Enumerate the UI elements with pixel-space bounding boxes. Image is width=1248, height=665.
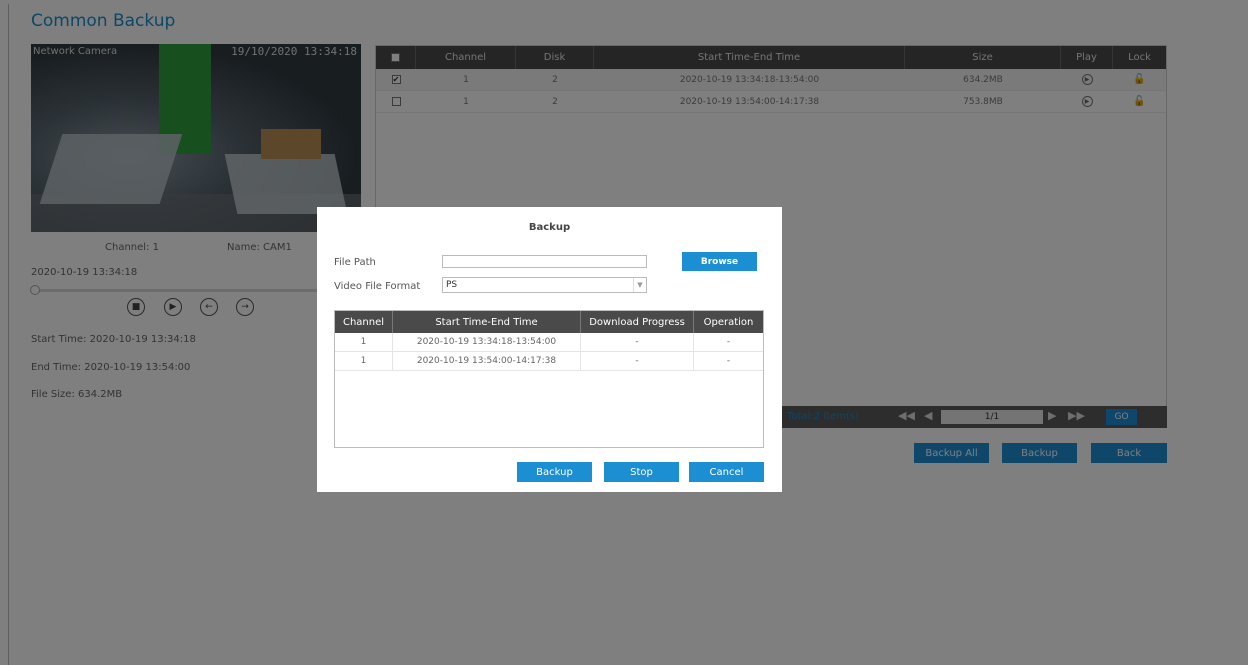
file-path-input[interactable] (442, 255, 647, 268)
file-path-label: File Path (334, 257, 376, 268)
table-row: 1 2020-10-19 13:34:18-13:54:00 - - (335, 333, 763, 352)
column-header-progress: Download Progress (581, 311, 694, 333)
cell-channel: 1 (335, 352, 393, 370)
video-format-value: PS (446, 280, 458, 290)
dialog-stop-button[interactable]: Stop (604, 462, 679, 482)
dialog-title: Backup (528, 222, 571, 233)
table-row: 1 2020-10-19 13:54:00-14:17:38 - - (335, 352, 763, 371)
cell-time: 2020-10-19 13:34:18-13:54:00 (393, 333, 581, 351)
cell-progress: - (581, 333, 694, 351)
cell-operation: - (726, 337, 731, 347)
column-header-channel: Channel (335, 311, 393, 333)
backup-dialog: Backup File Path Browse Video File Forma… (317, 207, 782, 492)
cell-operation: - (726, 356, 731, 366)
video-format-label: Video File Format (334, 281, 421, 292)
chevron-down-icon[interactable]: ▼ (633, 278, 646, 292)
video-format-select[interactable]: PS ▼ (442, 277, 647, 293)
cell-time: 2020-10-19 13:54:00-14:17:38 (393, 352, 581, 370)
column-header-time: Start Time-End Time (393, 311, 581, 333)
column-header-operation: Operation (703, 316, 754, 328)
table-header: Channel Start Time-End Time Download Pro… (335, 311, 763, 333)
cell-channel: 1 (335, 333, 393, 351)
backup-task-table: Channel Start Time-End Time Download Pro… (334, 310, 764, 448)
cell-progress: - (581, 352, 694, 370)
dialog-backup-button[interactable]: Backup (517, 462, 592, 482)
browse-button[interactable]: Browse (682, 252, 757, 271)
dialog-cancel-button[interactable]: Cancel (689, 462, 764, 482)
